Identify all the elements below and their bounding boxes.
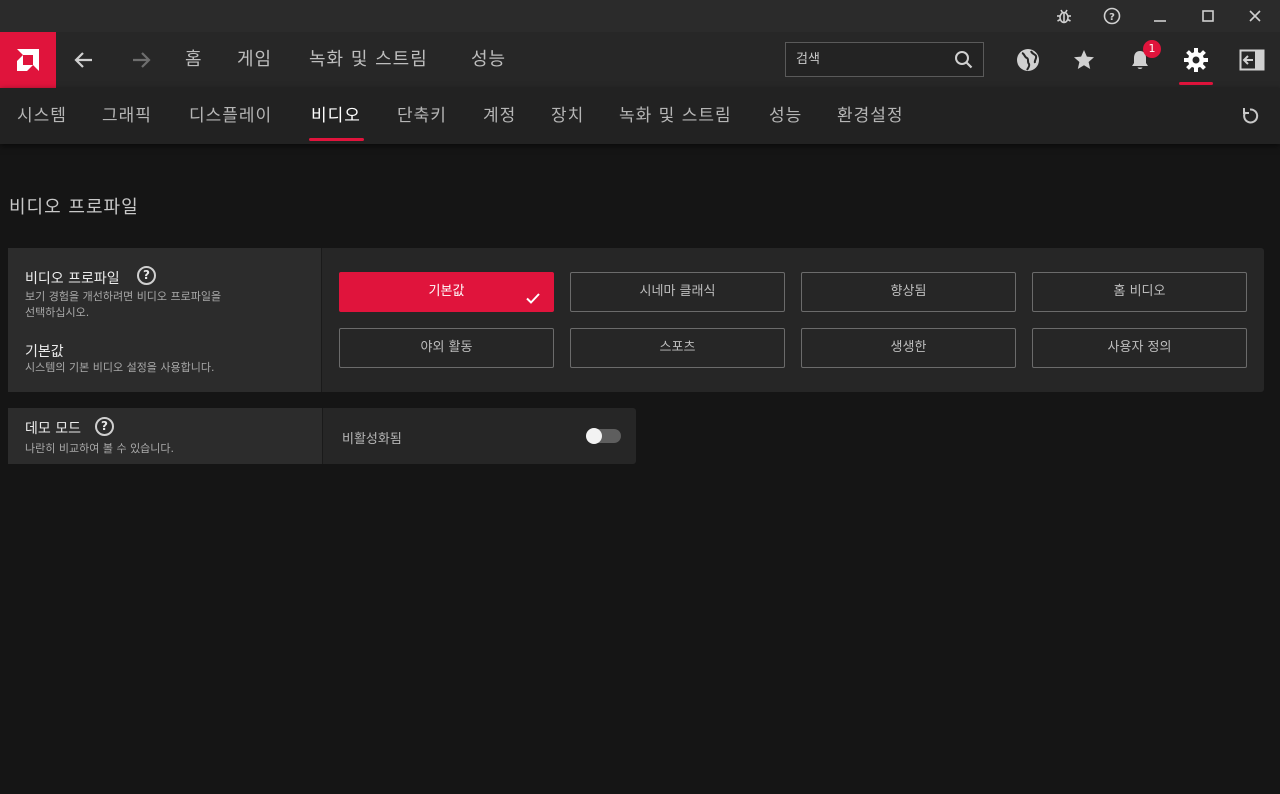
tab-devices[interactable]: 장치 [551, 88, 584, 144]
tab-display[interactable]: 디스플레이 [189, 88, 272, 144]
profile-option-enhanced[interactable]: 향상됨 [801, 272, 1016, 312]
demo-mode-toggle[interactable] [586, 428, 621, 444]
tab-graphics[interactable]: 그래픽 [102, 88, 152, 144]
tab-hotkeys[interactable]: 단축키 [397, 88, 447, 144]
maximize-icon[interactable] [1185, 0, 1231, 32]
globe-icon[interactable] [1012, 44, 1044, 76]
star-icon[interactable] [1068, 44, 1100, 76]
profile-option-home-video[interactable]: 홈 비디오 [1032, 272, 1247, 312]
toggle-knob [586, 428, 602, 444]
demo-mode-status: 비활성화됨 [342, 432, 402, 447]
profile-option-vivid[interactable]: 생생한 [801, 328, 1016, 368]
search-input[interactable] [796, 43, 946, 76]
checkmark-icon [525, 284, 541, 322]
settings-active-indicator [1179, 82, 1213, 85]
active-tab-indicator [309, 138, 364, 141]
arrow-right-icon[interactable] [127, 46, 155, 74]
demo-mode-desc: 나란히 비교하여 볼 수 있습니다. [25, 442, 175, 455]
tab-system[interactable]: 시스템 [17, 88, 67, 144]
tab-performance[interactable]: 성능 [769, 88, 802, 144]
nav-link-record-stream[interactable]: 녹화 및 스트림 [309, 32, 428, 88]
profile-option-cinema-classic[interactable]: 시네마 클래식 [570, 272, 785, 312]
arrow-left-icon[interactable] [70, 46, 98, 74]
current-profile-desc: 시스템의 기본 비디오 설정을 사용합니다. [25, 361, 215, 374]
current-profile-title: 기본값 [25, 344, 64, 360]
section-title: 비디오 프로파일 [9, 197, 139, 218]
nav-link-home[interactable]: 홈 [185, 32, 203, 88]
amd-logo[interactable] [0, 32, 56, 88]
tab-preferences[interactable]: 환경설정 [837, 88, 904, 144]
profile-option-sports[interactable]: 스포츠 [570, 328, 785, 368]
nav-link-performance[interactable]: 성능 [471, 32, 506, 88]
title-bar: ? [0, 0, 1280, 32]
panel-divider [322, 408, 323, 464]
tab-account[interactable]: 계정 [483, 88, 516, 144]
video-profile-desc-1: 보기 경험을 개선하려면 비디오 프로파일을 [25, 290, 222, 303]
help-icon[interactable]: ? [137, 266, 156, 285]
settings-tabs: 시스템 그래픽 디스플레이 비디오 단축키 계정 장치 녹화 및 스트림 성능 … [0, 88, 1280, 144]
minimize-icon[interactable] [1137, 0, 1183, 32]
help-icon[interactable]: ? [95, 417, 114, 436]
svg-text:?: ? [1109, 12, 1115, 23]
video-profile-panel: 비디오 프로파일 ? 보기 경험을 개선하려면 비디오 프로파일을 선택하십시오… [8, 248, 1264, 392]
bug-icon[interactable] [1041, 0, 1087, 32]
nav-link-games[interactable]: 게임 [237, 32, 272, 88]
video-profile-desc-2: 선택하십시오. [25, 306, 90, 319]
video-profile-title: 비디오 프로파일 [25, 271, 120, 287]
notification-badge: 1 [1143, 40, 1161, 58]
profile-option-custom[interactable]: 사용자 정의 [1032, 328, 1247, 368]
search-icon[interactable] [954, 50, 973, 73]
demo-mode-panel: 데모 모드 ? 나란히 비교하여 볼 수 있습니다. [8, 408, 636, 464]
reset-icon[interactable] [1240, 106, 1260, 130]
profile-option-label: 기본값 [428, 284, 465, 299]
tab-video[interactable]: 비디오 [311, 88, 361, 144]
search-box [785, 42, 984, 77]
demo-mode-title: 데모 모드 [25, 421, 81, 437]
profile-option-default[interactable]: 기본값 [339, 272, 554, 312]
tab-record-stream[interactable]: 녹화 및 스트림 [619, 88, 732, 144]
main-nav: 홈 게임 녹화 및 스트림 성능 [0, 32, 1280, 88]
exit-panel-icon[interactable] [1236, 44, 1268, 76]
panel-divider [321, 248, 322, 392]
close-icon[interactable] [1232, 0, 1278, 32]
profile-option-outdoor[interactable]: 야외 활동 [339, 328, 554, 368]
help-icon[interactable]: ? [1089, 0, 1135, 32]
gear-icon[interactable] [1180, 44, 1212, 76]
